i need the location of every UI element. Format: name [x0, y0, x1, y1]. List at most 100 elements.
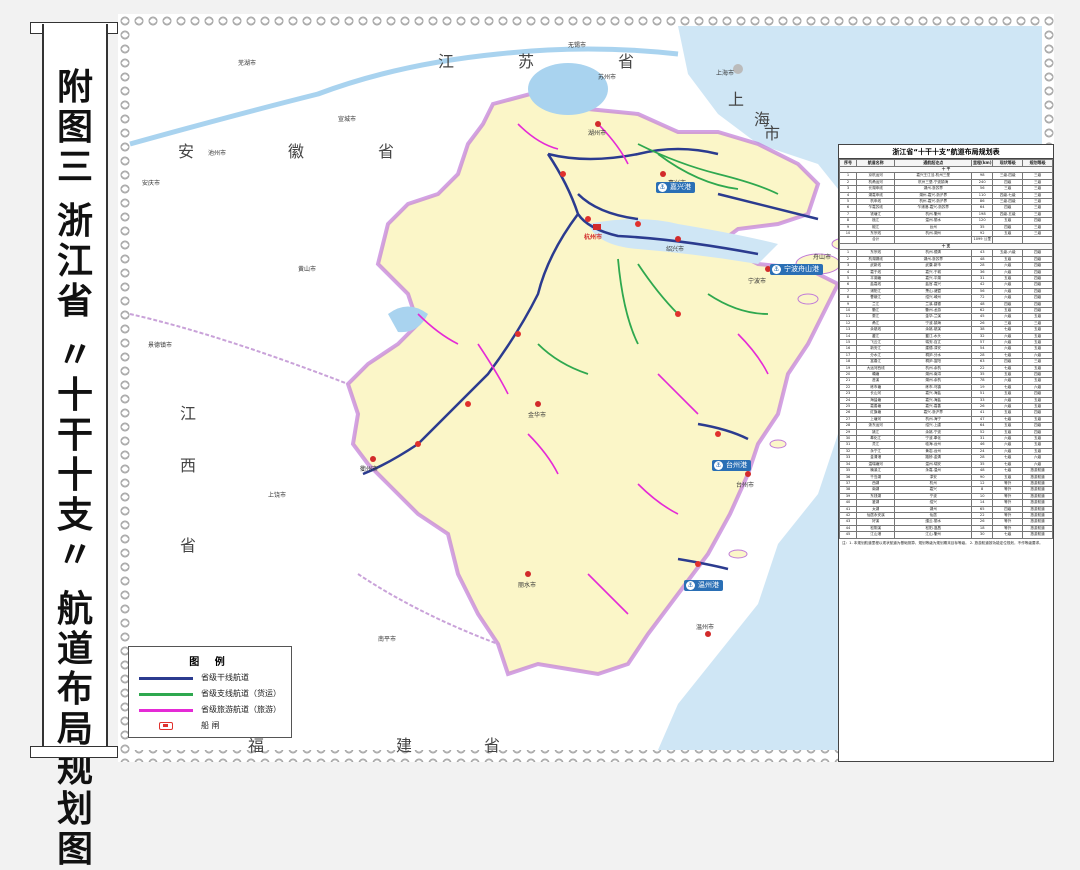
city-label-suzhou: 苏州市 — [598, 74, 617, 81]
city-label-huangshan: 黄山市 — [298, 266, 317, 273]
port-badge-ningbo-zhoushan: ⚓ 宁波舟山港 — [770, 264, 823, 275]
city-label-quzhou: 衢州市 — [360, 466, 379, 473]
table-header-cell: 现状等级 — [992, 159, 1024, 167]
anchor-icon: ⚓ — [686, 581, 695, 590]
title-char: 航 — [56, 589, 93, 630]
city-label-anqing: 安庆市 — [142, 180, 161, 187]
table-cell: 30 — [971, 531, 994, 539]
city-label-taizhou: 台州市 — [736, 482, 755, 489]
city-label-huzhou: 湖州市 — [588, 130, 607, 137]
city-label-nanping: 南平市 — [378, 636, 397, 643]
table-body: 十 干 1 京杭运河 嘉兴王江泾-杭州三堡 98 三级-四级 三级 2 杭甬运河 杭州三堡-宁波镇… — [839, 165, 1053, 539]
port-badge-wenzhou: ⚓ 温州港 — [684, 580, 723, 591]
province-label-jiangxi-3: 省 — [180, 536, 199, 555]
province-label-jiangsu-2: 苏 — [518, 52, 537, 71]
province-label-jiangsu: 江 — [438, 52, 457, 71]
city-label-lishui: 丽水市 — [518, 582, 537, 589]
table-cell: 1099 公里 — [971, 236, 994, 244]
table-cell: 江山-衢州 — [894, 531, 973, 539]
legend-title: 图 例 — [189, 657, 231, 668]
legend-swatch-branch — [139, 693, 193, 696]
province-label-fujian-3: 省 — [484, 736, 503, 755]
taihu-lake — [528, 63, 608, 115]
city-label-jinhua: 金华市 — [528, 412, 547, 419]
title-char: 局 — [56, 709, 93, 750]
table-header-row: 序号 航道名称 通航起讫点 里程(km) 现状等级 规划等级 — [839, 159, 1053, 167]
province-label-jiangxi-1: 江 — [180, 404, 199, 423]
plan-table: 序号 航道名称 通航起讫点 里程(km) 现状等级 规划等级 十 干 1 京杭运河 嘉兴王江泾-… — [839, 159, 1053, 539]
title-char: 〃 — [56, 335, 93, 376]
table-title: 浙江省“十干十支”航道布局规划表 — [839, 145, 1053, 159]
title-char: 三 — [56, 147, 93, 188]
anchor-icon: ⚓ — [772, 265, 781, 274]
city-label-zhoushan: 舟山市 — [813, 254, 832, 261]
title-char: 江 — [56, 241, 93, 282]
city-label-wuhu: 芜湖市 — [238, 60, 257, 67]
legend-label-trunk: 省级干线航道 — [201, 673, 249, 682]
title-char: 附 — [56, 67, 93, 108]
title-char: 布 — [56, 669, 93, 710]
province-label-jiangxi-2: 西 — [180, 456, 199, 475]
title-char — [44, 576, 106, 590]
map-legend: 图 例 省级干线航道 省级支线航道（货运） 省级旅游航道（旅游） 船 闸 — [128, 646, 292, 738]
province-label-jiangsu-3: 省 — [618, 52, 637, 71]
legend-item-tourism: 省级旅游航道（旅游） — [135, 703, 285, 717]
title-char: 图 — [56, 829, 93, 870]
title-char: 〃 — [56, 535, 93, 576]
table-cell: 七级 — [992, 531, 1024, 539]
province-label-shanghai-3: 市 — [764, 124, 783, 143]
table-header-cell: 通航起讫点 — [894, 159, 973, 167]
title-char — [44, 188, 106, 202]
legend-item-trunk: 省级干线航道 — [135, 671, 285, 685]
title-char: 支 — [56, 495, 93, 536]
city-label-hangzhou: 杭州市 — [584, 234, 603, 241]
port-badge-taizhou: ⚓ 台州港 — [712, 460, 751, 471]
title-char — [44, 322, 106, 336]
legend-item-lock: 船 闸 — [135, 719, 285, 733]
table-note: 注：1. 本规划航道里程以现状航道为基础测算，规划等级为规划期末目标等级。 2.… — [842, 540, 1043, 545]
legend-label-branch: 省级支线航道（货运） — [201, 689, 281, 698]
title-char: 十 — [56, 455, 93, 496]
title-char: 省 — [56, 281, 93, 322]
legend-label-lock: 船 闸 — [201, 721, 220, 730]
province-label-anhui-2: 徽 — [288, 142, 307, 161]
province-label-fujian-2: 建 — [396, 736, 415, 755]
legend-swatch-trunk — [139, 677, 193, 680]
waterway-plan-table: 浙江省“十干十支”航道布局规划表 序号 航道名称 通航起讫点 里程(km) 现状等级 规划… — [838, 144, 1054, 762]
table-header-cell: 里程(km) — [971, 159, 994, 167]
city-label-ningbo: 宁波市 — [748, 278, 767, 285]
table-cell: 江山港 — [856, 531, 896, 539]
city-label-shaoxing: 绍兴市 — [666, 246, 685, 253]
city-label-wenzhou: 温州市 — [696, 624, 715, 631]
city-label-chizhou: 池州市 — [208, 150, 227, 157]
anchor-icon: ⚓ — [658, 183, 667, 192]
city-label-jingdezhen: 景德镇市 — [148, 342, 173, 349]
title-char: 干 — [56, 415, 93, 456]
table-header-cell: 规划等级 — [1022, 159, 1053, 167]
province-label-anhui-3: 省 — [378, 142, 397, 161]
province-label-shanghai-1: 上 — [728, 90, 747, 109]
title-char: 图 — [56, 107, 93, 148]
title-char: 划 — [56, 789, 93, 830]
title-scroll: 附图三 浙江省 〃十干十支〃 航道布局规划图 — [42, 24, 108, 870]
table-row: 45 江山港 江山-衢州 30 七级 旅游航道 — [839, 531, 1053, 539]
legend-item-branch: 省级支线航道（货运） — [135, 687, 285, 701]
scroll-bottom-rod — [30, 746, 118, 758]
ship-lock-icon — [159, 722, 173, 730]
legend-label-tourism: 省级旅游航道（旅游） — [201, 705, 281, 714]
city-label-shanghai: 上海市 — [716, 70, 735, 77]
table-header-cell: 航道名称 — [856, 159, 896, 167]
legend-swatch-tourism — [139, 709, 193, 712]
title-char: 十 — [56, 375, 93, 416]
anchor-icon: ⚓ — [714, 461, 723, 470]
title-char: 道 — [56, 629, 93, 670]
table-header-cell: 序号 — [839, 159, 858, 167]
port-badge-jiaxing: ⚓ 嘉兴港 — [656, 182, 695, 193]
table-cell: 旅游航道 — [1022, 531, 1053, 539]
city-label-shangrao: 上饶市 — [268, 492, 287, 499]
city-label-wuxi: 无锡市 — [568, 42, 587, 49]
city-label-xuancheng: 宣城市 — [338, 116, 357, 123]
table-cell: 45 — [839, 531, 858, 539]
title-char: 浙 — [56, 201, 93, 242]
province-label-anhui-1: 安 — [178, 142, 197, 161]
